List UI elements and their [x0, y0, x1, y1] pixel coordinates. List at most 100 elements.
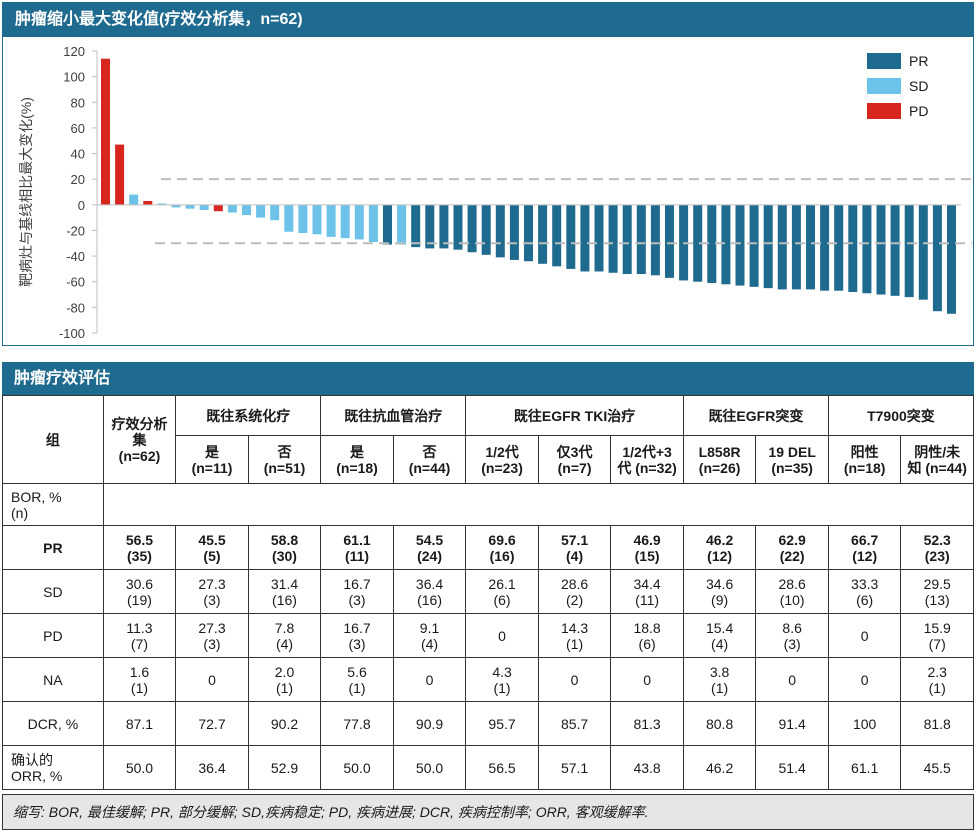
bar: [636, 204, 646, 275]
table-cell: 77.8: [320, 701, 394, 746]
table-title: 肿瘤疗效评估: [2, 362, 974, 395]
bar: [326, 204, 336, 237]
group-header: 组: [2, 395, 104, 484]
row-label: SD: [2, 569, 104, 614]
row-label: PR: [2, 525, 104, 570]
table-cell: 31.4 (16): [247, 569, 322, 614]
table-cell: 80.8: [682, 701, 757, 746]
bar: [509, 204, 519, 260]
y-tick-label: 20: [71, 172, 85, 187]
table-cell: 0: [827, 657, 902, 702]
y-tick-label: -100: [59, 326, 85, 341]
bar: [608, 204, 618, 273]
table-cell: 95.7: [465, 701, 539, 746]
legend-label-pd: PD: [909, 103, 928, 119]
bar: [947, 204, 956, 314]
table-cell: 46.2 (12): [682, 525, 757, 570]
bar: [340, 204, 350, 239]
table-cell: 0: [827, 613, 902, 658]
bar: [495, 204, 505, 258]
bar: [538, 204, 548, 264]
bar: [298, 204, 308, 234]
table-cell: 72.7: [175, 701, 249, 746]
footnote: 缩写: BOR, 最佳缓解; PR, 部分缓解; SD,疾病稳定; PD, 疾病…: [2, 794, 974, 830]
bar: [580, 204, 590, 272]
legend-swatch-pr: [867, 53, 901, 69]
bar: [552, 204, 562, 267]
table-cell: 7.8 (4): [247, 613, 322, 658]
table-cell: 8.6 (3): [755, 613, 829, 658]
bar: [932, 204, 942, 312]
table-cell: 15.4 (4): [682, 613, 757, 658]
bar: [566, 204, 576, 269]
bar: [467, 204, 477, 253]
table-cell: 100: [827, 701, 902, 746]
bar: [383, 204, 392, 245]
bar: [256, 204, 266, 218]
bar: [721, 204, 731, 285]
table-cell: 3.8 (1): [682, 657, 757, 702]
group-column-header: 既往抗血管治疗: [320, 395, 467, 436]
bar: [622, 204, 632, 275]
table-cell: 54.5 (24): [392, 525, 467, 570]
bar: [411, 204, 421, 248]
bar: [918, 204, 928, 300]
bar: [101, 58, 110, 205]
table-cell: 11.3 (7): [102, 613, 177, 658]
bor-label: BOR, % (n): [2, 483, 104, 526]
table-cell: 18.8 (6): [610, 613, 684, 658]
table-cell: 90.2: [247, 701, 322, 746]
table-cell: 36.4 (16): [392, 569, 467, 614]
group-column-header: 既往系统化疗: [175, 395, 322, 436]
table-cell: 45.5: [900, 745, 974, 790]
subgroup-header: 否 (n=51): [247, 435, 322, 484]
bar: [777, 204, 787, 290]
efficacy-set-header: 疗效分析集 (n=62): [102, 395, 177, 484]
y-tick-label: 40: [71, 147, 85, 162]
row-label: 确认的 ORR, %: [2, 745, 104, 790]
table-cell: 4.3 (1): [465, 657, 539, 702]
table-cell: 56.5 (35): [102, 525, 177, 570]
table-cell: 87.1: [102, 701, 177, 746]
table-cell: 0: [610, 657, 684, 702]
y-tick-label: 100: [63, 70, 85, 85]
bar: [594, 204, 604, 272]
bar: [227, 204, 237, 213]
table-cell: 28.6 (10): [755, 569, 829, 614]
y-tick-label: -20: [66, 223, 85, 238]
table-cell: 27.3 (3): [175, 613, 249, 658]
y-axis-label: 靶病灶与基线相比最大变化(%): [18, 97, 34, 287]
table-cell: 0: [755, 657, 829, 702]
bar: [890, 204, 900, 296]
table-cell: 28.6 (2): [537, 569, 612, 614]
chart-title: 肿瘤缩小最大变化值(疗效分析集，n=62): [3, 3, 973, 37]
bar: [820, 204, 830, 291]
bar: [143, 200, 153, 205]
bar: [242, 204, 251, 216]
table-cell: 50.0: [320, 745, 394, 790]
table-cell: 45.5 (5): [175, 525, 249, 570]
table-cell: 61.1: [827, 745, 902, 790]
table-cell: 50.0: [392, 745, 467, 790]
table-cell: 62.9 (22): [755, 525, 829, 570]
table-cell: 5.6 (1): [320, 657, 394, 702]
bar: [862, 204, 872, 294]
table-cell: 46.9 (15): [610, 525, 684, 570]
table-cell: 27.3 (3): [175, 569, 249, 614]
table-cell: 34.6 (9): [682, 569, 757, 614]
subgroup-header: 19 DEL (n=35): [755, 435, 829, 484]
table-cell: 36.4: [175, 745, 249, 790]
table-cell: 16.7 (3): [320, 613, 394, 658]
efficacy-table: 组疗效分析集 (n=62) 既往系统化疗 既往抗血管治疗 既往EGFR TKI治疗 既往E…: [2, 395, 975, 790]
group-column-header: 既往EGFR突变: [682, 395, 829, 436]
table-cell: 34.4 (11): [610, 569, 684, 614]
table-cell: 43.8: [610, 745, 684, 790]
bar: [354, 204, 364, 240]
bar: [284, 204, 294, 232]
bar: [481, 204, 491, 255]
table-cell: 0: [392, 657, 467, 702]
table-cell: 50.0: [102, 745, 177, 790]
row-label: NA: [2, 657, 104, 702]
table-cell: 52.9: [247, 745, 322, 790]
bar: [806, 204, 815, 290]
